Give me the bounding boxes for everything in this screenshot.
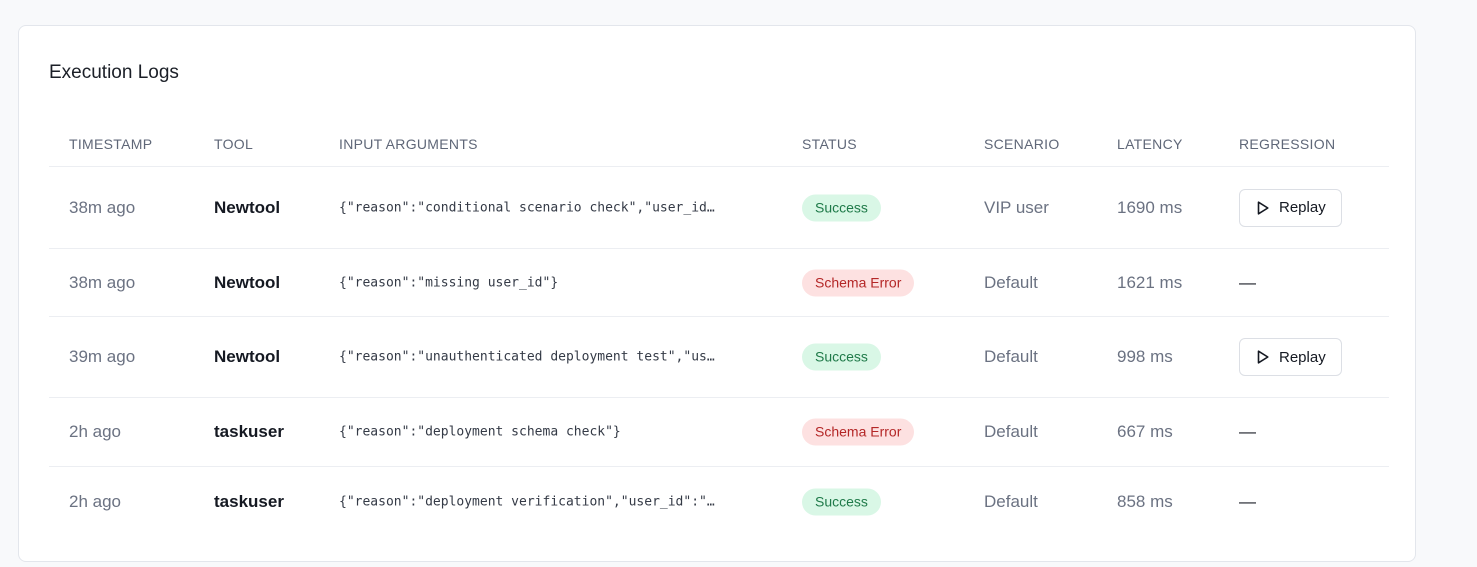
replay-button-label: Replay — [1279, 199, 1326, 216]
latency-cell: 1621 ms — [1117, 272, 1183, 292]
play-icon — [1257, 200, 1269, 215]
status-badge: Schema Error — [802, 269, 915, 296]
scenario-cell: Default — [984, 491, 1038, 511]
status-badge: Success — [802, 343, 881, 371]
column-header-timestamp: Timestamp — [69, 136, 153, 152]
table-row: 2h ago taskuser {"reason":"deployment ve… — [49, 467, 1389, 536]
input-arguments-cell: {"reason":"deployment verification","use… — [339, 494, 715, 509]
tool-cell: Newtool — [214, 197, 281, 217]
replay-button[interactable]: Replay — [1239, 188, 1342, 227]
tool-cell: taskuser — [214, 491, 284, 511]
tool-cell: Newtool — [214, 272, 281, 292]
latency-cell: 998 ms — [1117, 347, 1173, 366]
scenario-cell: Default — [984, 272, 1038, 292]
latency-cell: 858 ms — [1117, 491, 1173, 511]
status-badge: Success — [802, 488, 881, 515]
scenario-cell: Default — [984, 347, 1038, 366]
column-header-regression: Regression — [1239, 136, 1336, 152]
latency-cell: 1690 ms — [1117, 197, 1183, 217]
tool-cell: Newtool — [214, 347, 281, 366]
table-row: 38m ago Newtool {"reason":"conditional s… — [49, 167, 1389, 249]
scenario-cell: Default — [984, 422, 1038, 441]
column-header-status: Status — [802, 136, 857, 152]
timestamp-cell: 2h ago — [69, 491, 121, 511]
table-row: 38m ago Newtool {"reason":"missing user_… — [49, 249, 1389, 317]
table-row: 2h ago taskuser {"reason":"deployment sc… — [49, 398, 1389, 467]
table-row: 39m ago Newtool {"reason":"unauthenticat… — [49, 317, 1389, 398]
table-header-row: Timestamp Tool Input Arguments Status Sc… — [49, 122, 1389, 167]
scenario-cell: VIP user — [984, 197, 1049, 217]
execution-logs-card: Execution Logs Timestamp Tool Input Argu… — [18, 25, 1416, 562]
play-icon — [1257, 350, 1269, 364]
tool-cell: taskuser — [214, 422, 284, 441]
regression-empty: — — [1239, 491, 1256, 511]
latency-cell: 667 ms — [1117, 422, 1173, 441]
regression-empty: — — [1239, 422, 1256, 441]
column-header-input-arguments: Input Arguments — [339, 136, 478, 152]
input-arguments-cell: {"reason":"deployment schema check"} — [339, 424, 621, 440]
status-badge: Success — [802, 194, 881, 221]
replay-button-label: Replay — [1279, 348, 1326, 366]
regression-empty: — — [1239, 272, 1256, 292]
card-title: Execution Logs — [49, 62, 179, 83]
input-arguments-cell: {"reason":"conditional scenario check","… — [339, 200, 715, 215]
timestamp-cell: 2h ago — [69, 422, 121, 441]
timestamp-cell: 39m ago — [69, 347, 136, 366]
input-arguments-cell: {"reason":"unauthenticated deployment te… — [339, 349, 715, 365]
execution-logs-table: Timestamp Tool Input Arguments Status Sc… — [49, 122, 1389, 536]
status-badge: Schema Error — [802, 418, 915, 446]
timestamp-cell: 38m ago — [69, 197, 136, 217]
timestamp-cell: 38m ago — [69, 272, 136, 292]
column-header-scenario: Scenario — [984, 136, 1060, 152]
column-header-latency: Latency — [1117, 136, 1183, 152]
input-arguments-cell: {"reason":"missing user_id"} — [339, 275, 559, 290]
replay-button[interactable]: Replay — [1239, 338, 1342, 376]
column-header-tool: Tool — [214, 136, 254, 152]
